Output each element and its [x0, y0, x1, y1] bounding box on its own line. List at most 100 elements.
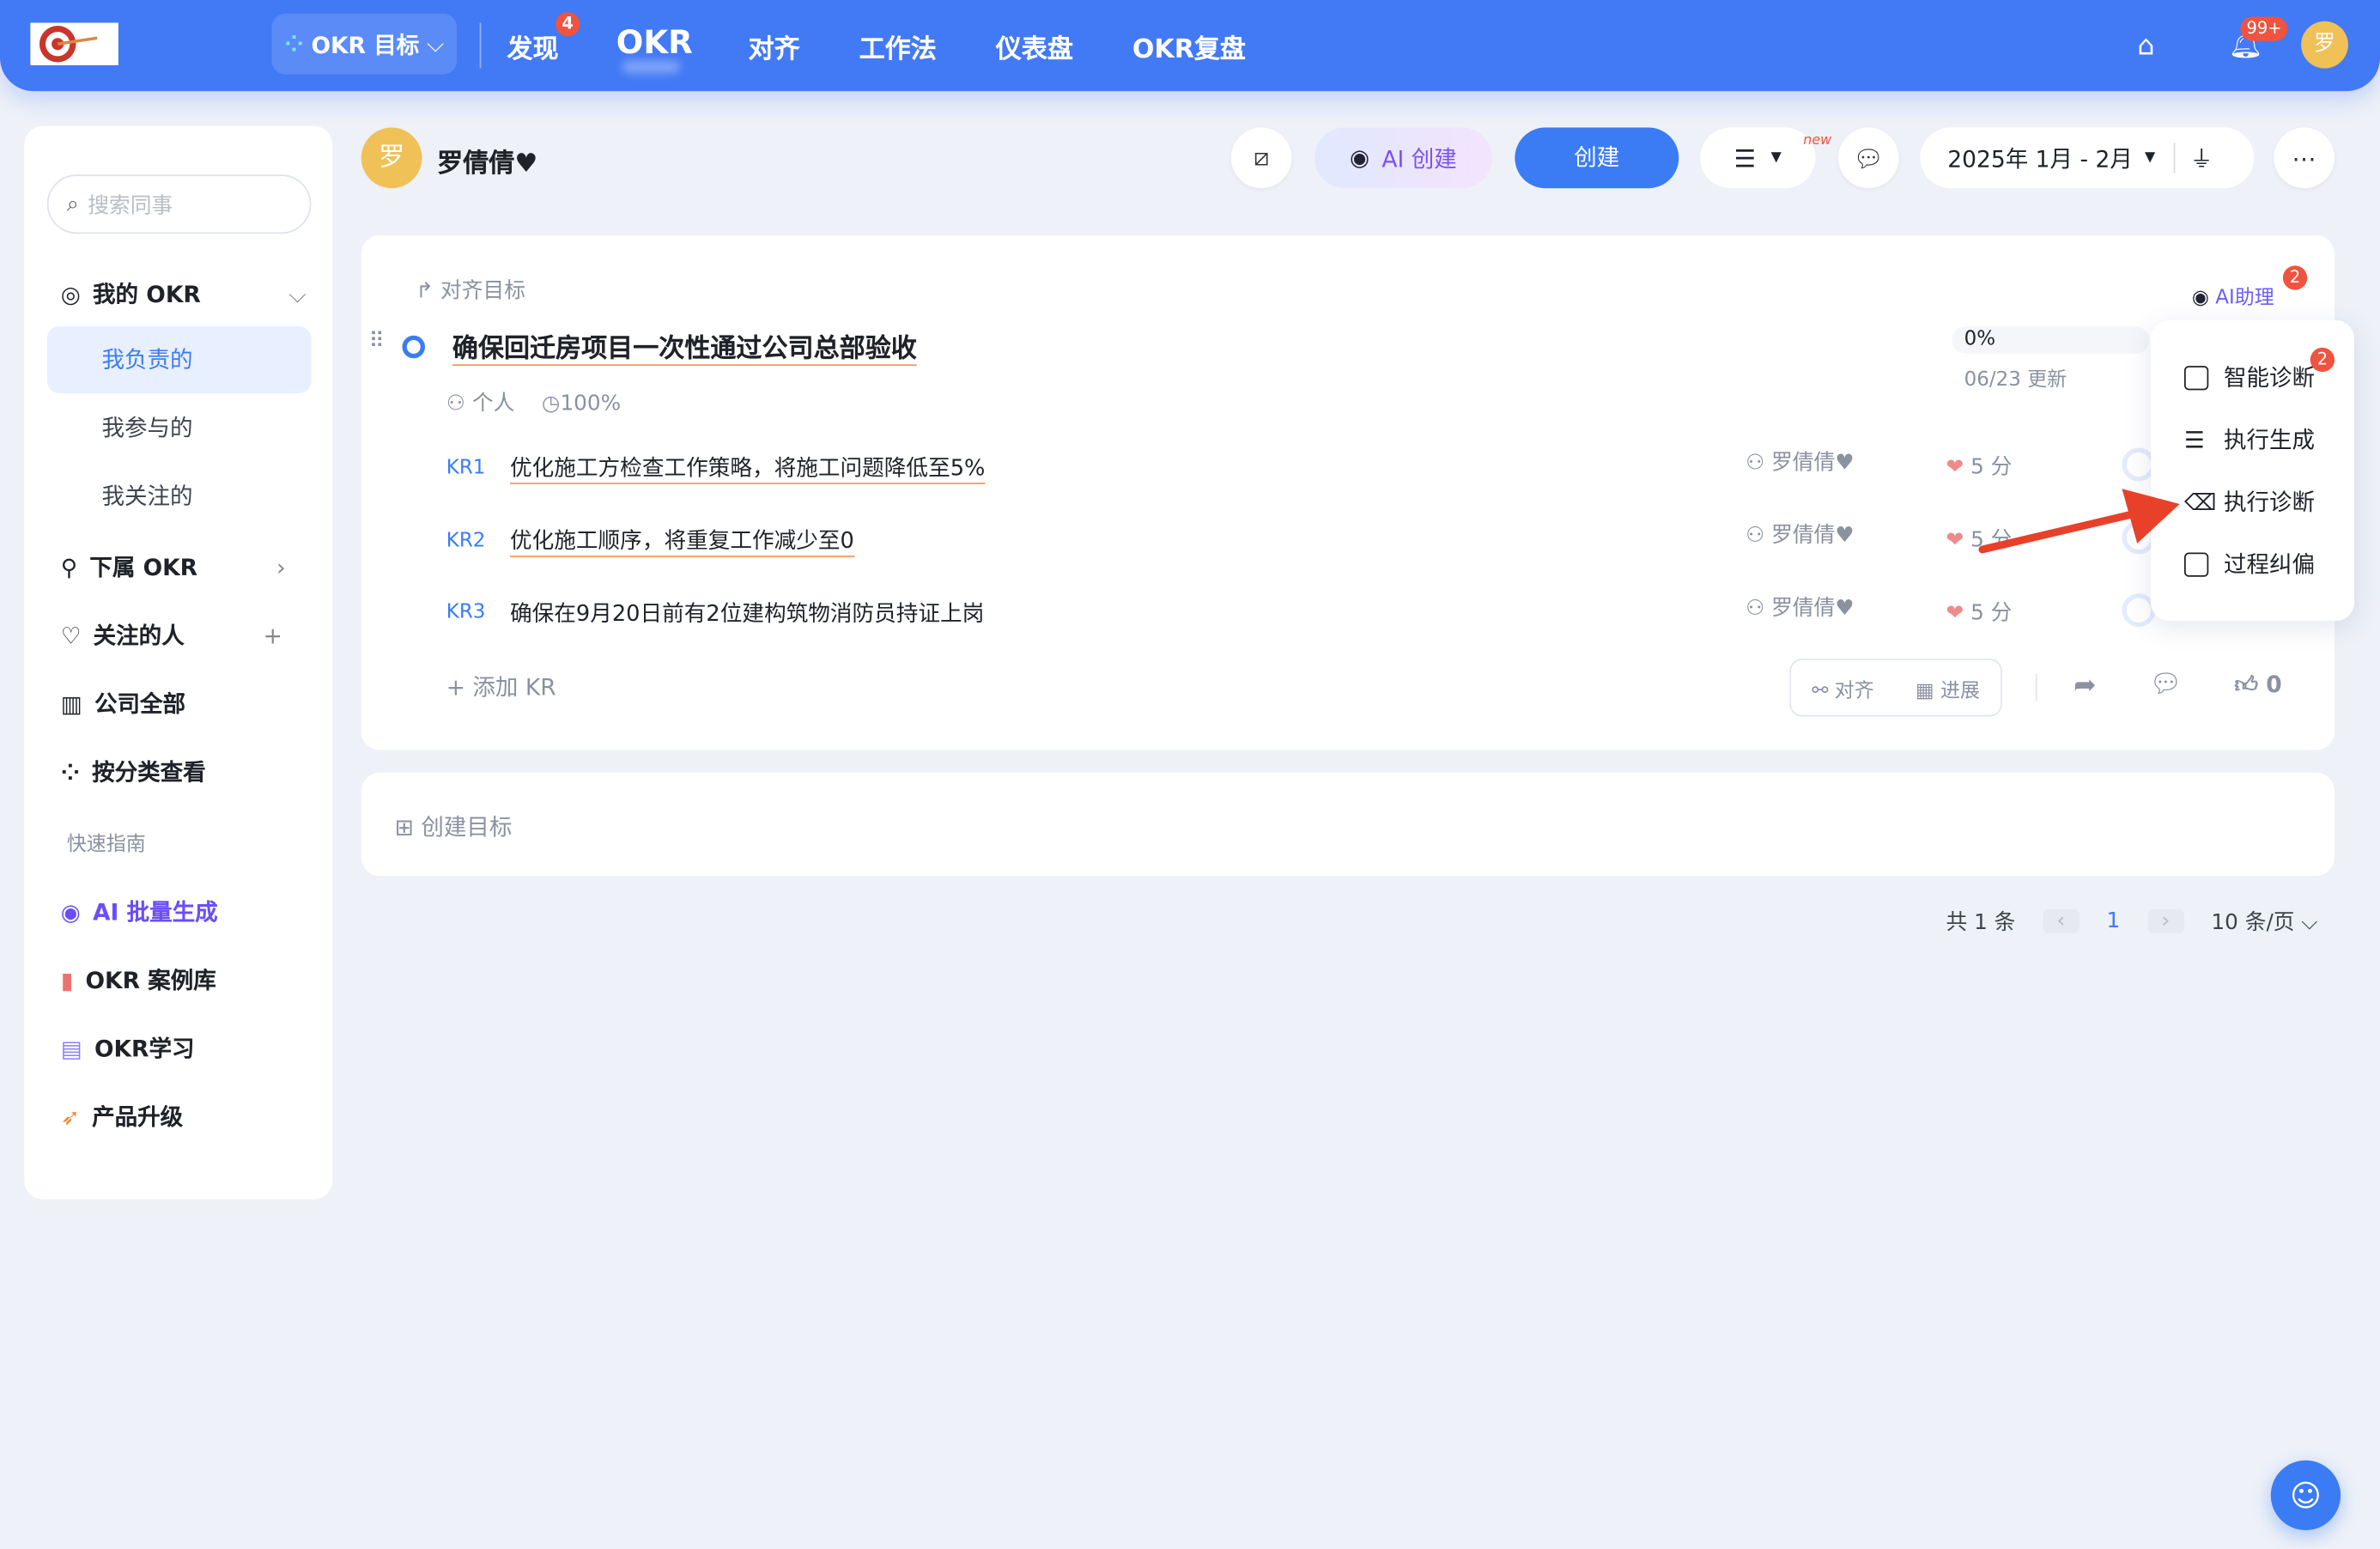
- caret-down-icon: ▼: [1771, 150, 1782, 166]
- like-button[interactable]: 👍︎ 0: [2234, 671, 2281, 700]
- nav-okr-review[interactable]: OKR复盘: [1132, 27, 1246, 65]
- nav-align[interactable]: 对齐: [749, 27, 800, 65]
- nav-discover[interactable]: 发现4: [507, 27, 558, 65]
- org-icon: ⚲: [61, 553, 77, 580]
- action-group: ⚯ 对齐 ▦ 进展: [1789, 659, 2002, 716]
- menu-item-execution-generate[interactable]: ☰执行生成: [2184, 423, 2315, 455]
- kr-owner: ⚇ 罗倩倩♥: [1746, 592, 1855, 622]
- guide-okr-learning[interactable]: ▤OKR学习: [61, 1032, 195, 1064]
- person-icon: ⚇: [1746, 597, 1771, 621]
- home-icon[interactable]: ⌂: [2137, 30, 2154, 62]
- kr-owner: ⚇ 罗倩倩♥: [1746, 519, 1855, 550]
- sidebar-item-participated[interactable]: 我参与的: [47, 395, 312, 462]
- plus-icon[interactable]: +: [264, 622, 282, 649]
- guide-case-library[interactable]: ▮OKR 案例库: [61, 964, 216, 996]
- annotation-arrow: [1958, 483, 2186, 568]
- page-1[interactable]: 1: [2107, 909, 2121, 933]
- nav-dashboard[interactable]: 仪表盘: [996, 27, 1073, 65]
- sidebar-my-okr[interactable]: ◎我的 OKR⌵: [61, 278, 307, 310]
- nav-method[interactable]: 工作法: [859, 27, 937, 65]
- drag-handle-icon[interactable]: ⠿: [369, 330, 385, 354]
- robot-icon: ◉: [1350, 144, 1369, 172]
- total-count: 共 1 条: [1946, 906, 2015, 936]
- top-nav-bar: ⁘OKR 目标⌵ 发现4 OKR 对齐 工作法 仪表盘 OKR复盘 ⌂ 🔔︎ 9…: [0, 0, 2380, 91]
- create-objective-button[interactable]: ⊞ 创建目标: [395, 811, 513, 842]
- kr-score[interactable]: ❤ 5 分: [1946, 451, 2012, 481]
- robot-icon: ◉: [2192, 287, 2215, 310]
- user-avatar[interactable]: 罗: [2301, 21, 2348, 69]
- curve-arrow-icon: ↱: [416, 279, 440, 303]
- sidebar-item-followed[interactable]: 我关注的: [47, 463, 312, 530]
- sidebar-followed-people[interactable]: ♡关注的人+: [61, 619, 282, 651]
- create-objective-card[interactable]: ⊞ 创建目标: [361, 773, 2334, 876]
- objective-title[interactable]: 确保回迁房项目一次性通过公司总部验收: [452, 326, 917, 366]
- clock-icon: ◷: [542, 392, 561, 416]
- filter-icon[interactable]: ⏚: [2190, 142, 2213, 173]
- divider: [2036, 674, 2037, 702]
- app-logo[interactable]: [30, 23, 118, 66]
- sidebar-subordinate-okr[interactable]: ⚲下属 OKR›: [61, 551, 286, 583]
- book-icon: ▮: [61, 966, 74, 993]
- search-icon: ⌕: [67, 192, 79, 216]
- eraser-icon: ⌫: [2184, 488, 2208, 515]
- notebook-icon: ▤: [61, 1035, 82, 1062]
- person-icon: ⚇: [446, 392, 472, 416]
- notification-badge: 99+: [2240, 16, 2287, 40]
- share-icon[interactable]: ➦: [2073, 670, 2097, 702]
- add-kr-button[interactable]: + 添加 KR: [446, 671, 556, 702]
- comment-icon[interactable]: 💬︎: [2149, 670, 2182, 700]
- more-button[interactable]: ⋯: [2274, 128, 2334, 189]
- menu-item-process-correction[interactable]: 过程纠偏: [2184, 548, 2315, 580]
- chevron-down-icon: ⌵: [288, 280, 306, 307]
- kr-row[interactable]: KR1优化施工方检查工作策略，将施工问题降低至5%: [446, 451, 986, 484]
- customer-service-button[interactable]: ☺: [2271, 1461, 2341, 1530]
- clipboard-pulse-icon: [2184, 552, 2208, 576]
- owner-avatar: 罗: [361, 128, 422, 189]
- ai-assistant-menu: 智能诊断 2 ☰执行生成 ⌫执行诊断 过程纠偏: [2151, 320, 2354, 621]
- kr-row[interactable]: KR3确保在9月20日前有2位建构筑物消防员持证上岗: [446, 597, 985, 629]
- nav-okr[interactable]: OKR: [616, 24, 693, 60]
- page-size-select[interactable]: 10 条/页 ⌵: [2211, 906, 2317, 936]
- kr-row[interactable]: KR2优化施工顺序，将重复工作减少至0: [446, 524, 854, 557]
- smart-diagnosis-badge: 2: [2310, 348, 2334, 372]
- person-icon: ⚇: [1746, 524, 1771, 548]
- prev-page-button[interactable]: ‹: [2043, 909, 2079, 933]
- create-button[interactable]: 创建: [1515, 128, 1679, 189]
- active-indicator: [622, 61, 680, 73]
- rocket-icon: ➶: [61, 1103, 80, 1130]
- view-switch-button[interactable]: ☰▼: [1700, 128, 1815, 189]
- doc-search-icon: [2184, 365, 2208, 389]
- status-circle-icon: [402, 336, 425, 359]
- next-page-button[interactable]: ›: [2147, 909, 2183, 933]
- menu-item-execution-diagnosis[interactable]: ⌫执行诊断: [2184, 486, 2315, 518]
- date-range-selector[interactable]: 2025年 1月 - 2月▼⏚: [1920, 128, 2254, 189]
- chart-icon-button[interactable]: ⧄: [1231, 128, 1292, 189]
- category-icon: ⁘: [61, 758, 80, 786]
- menu-item-smart-diagnosis[interactable]: 智能诊断: [2184, 361, 2315, 393]
- grid-icon: ▦: [1916, 679, 1940, 702]
- progress-button[interactable]: ▦ 进展: [1916, 673, 1980, 702]
- sidebar-company-all[interactable]: ▥公司全部: [61, 688, 185, 720]
- sidebar-item-owned[interactable]: 我负责的: [47, 326, 312, 393]
- sidebar-by-category[interactable]: ⁘按分类查看: [61, 756, 206, 787]
- search-colleague-input[interactable]: ⌕搜索同事: [47, 174, 312, 234]
- grid-icon: ⁘: [284, 30, 303, 58]
- heart-icon: ❤: [1946, 455, 1970, 479]
- list-plus-icon: ☰: [2184, 426, 2208, 453]
- objective-meta: ⚇ 个人 ◷100%: [446, 387, 621, 417]
- okr-target-selector[interactable]: ⁘OKR 目标⌵: [271, 14, 457, 75]
- comment-icon-button[interactable]: 💬︎: [1838, 128, 1899, 189]
- align-button[interactable]: ⚯ 对齐: [1812, 673, 1874, 702]
- ai-create-button[interactable]: ◉AI 创建: [1314, 128, 1492, 189]
- progress-bar: 0%: [1952, 326, 2150, 354]
- discover-badge: 4: [556, 12, 580, 36]
- caret-down-icon: ▼: [2145, 150, 2155, 166]
- new-tag: new: [1803, 134, 1831, 149]
- guide-product-upgrade[interactable]: ➶产品升级: [61, 1101, 183, 1133]
- ai-assistant-button[interactable]: ◉ AI助理: [2192, 281, 2274, 310]
- align-objective-link[interactable]: ↱ 对齐目标: [416, 275, 525, 305]
- kr-score[interactable]: ❤ 5 分: [1946, 597, 2012, 627]
- building-icon: ▥: [61, 690, 82, 718]
- guide-ai-batch[interactable]: ◉AI 批量生成: [61, 896, 218, 927]
- sidebar: ⌕搜索同事 ◎我的 OKR⌵ 我负责的 我参与的 我关注的 ⚲下属 OKR› ♡…: [24, 126, 332, 1200]
